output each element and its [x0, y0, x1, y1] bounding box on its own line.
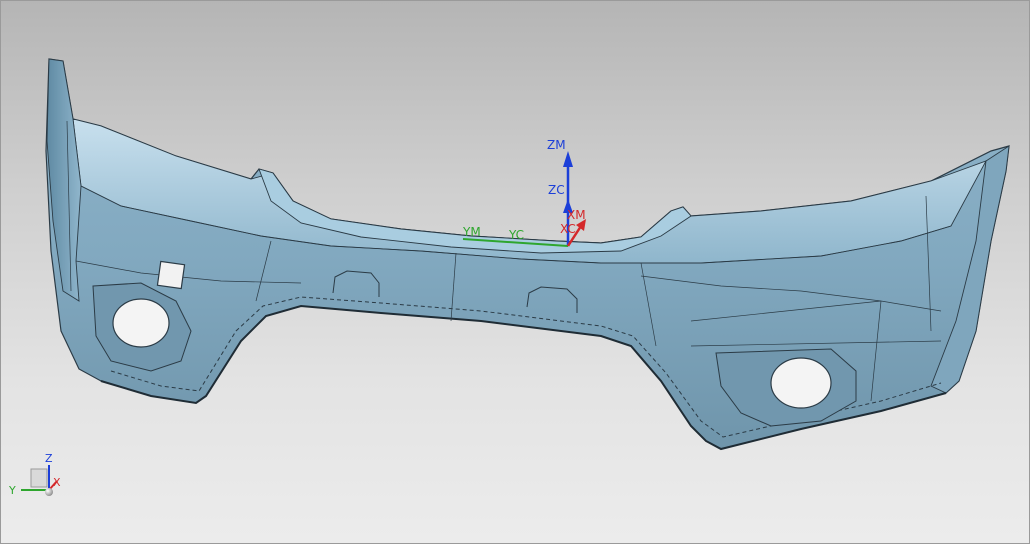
label-xm: XM — [567, 208, 586, 222]
label-xc: XC — [560, 222, 576, 236]
label-zm: ZM — [547, 138, 566, 152]
triad-label-z: Z — [45, 452, 53, 465]
label-ym: YM — [462, 225, 481, 239]
z-axis-arrow — [563, 151, 573, 167]
label-yc: YC — [508, 228, 524, 242]
model-canvas[interactable]: ZM ZC XM XC YM YC Z Y X — [1, 1, 1030, 544]
triad-cube — [30, 468, 48, 488]
label-zc: ZC — [548, 183, 565, 197]
bumper-model[interactable] — [45, 58, 1010, 451]
csys-triad[interactable]: ZM ZC XM XC YM YC — [462, 138, 586, 247]
graphics-viewport[interactable]: ZM ZC XM XC YM YC Z Y X — [0, 0, 1030, 544]
triad-origin-sphere — [45, 488, 53, 496]
triad-label-x: X — [53, 476, 61, 489]
view-triad[interactable]: Z Y X — [8, 452, 61, 497]
bumper-left-side — [46, 58, 82, 302]
triad-label-y: Y — [8, 484, 16, 497]
